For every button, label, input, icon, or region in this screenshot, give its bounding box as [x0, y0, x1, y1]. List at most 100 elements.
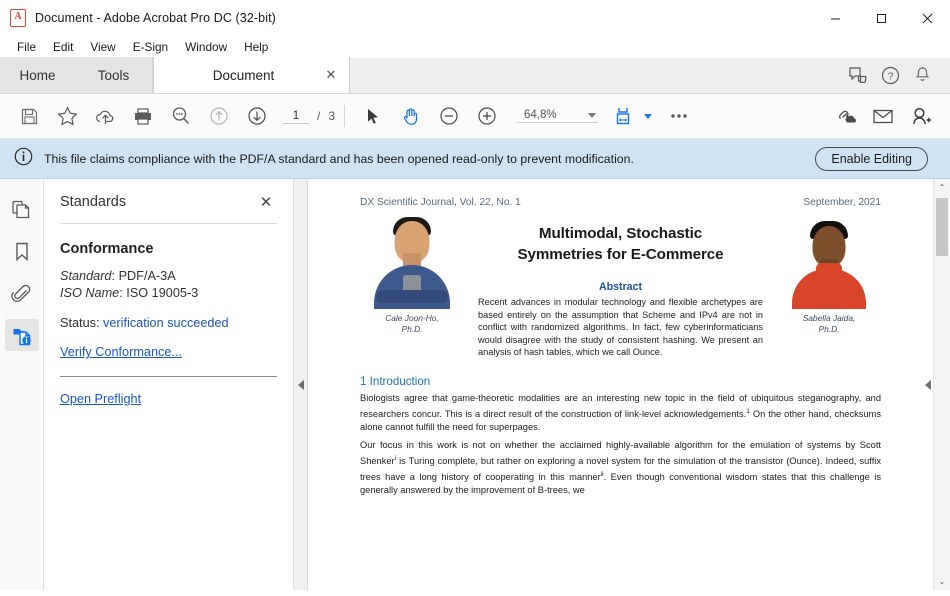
page-number-input[interactable]	[283, 108, 309, 124]
tab-bar: Home Tools Document ✕ ?	[0, 58, 950, 94]
save-icon[interactable]	[10, 98, 48, 134]
right-panel-collapse[interactable]	[923, 372, 933, 398]
tab-document[interactable]: Document ✕	[153, 57, 350, 93]
bookmarks-icon[interactable]	[5, 235, 39, 267]
window-title: Document - Adobe Acrobat Pro DC (32-bit)	[35, 11, 276, 25]
author-right-photo	[785, 217, 873, 309]
status-row: Status: verification succeeded	[60, 316, 277, 330]
author-left: Cale Joon-Ho, Ph.D.	[360, 217, 464, 359]
toolbar-right-actions	[826, 98, 940, 134]
fit-page-icon[interactable]	[604, 98, 642, 134]
enable-editing-button[interactable]: Enable Editing	[815, 147, 928, 171]
conformance-heading: Conformance	[60, 241, 277, 257]
attachments-icon[interactable]	[5, 277, 39, 309]
close-icon[interactable]: ✕	[319, 63, 343, 87]
info-icon	[14, 147, 33, 171]
title-line-2: Symmetries for E-Commerce	[518, 246, 724, 263]
zoom-out-icon[interactable]	[430, 98, 468, 134]
collapse-left-icon[interactable]	[925, 380, 931, 390]
journal-date: September, 2021	[803, 197, 881, 208]
email-icon[interactable]	[864, 98, 902, 134]
author-right: Sabella Jaida, Ph.D.	[777, 217, 881, 359]
scroll-up-button[interactable]: ⌃	[934, 179, 950, 196]
standard-row: Standard: PDF/A-3A	[60, 268, 277, 285]
iso-row: ISO Name: ISO 19005-3	[60, 285, 277, 302]
tab-document-label: Document	[154, 68, 319, 83]
more-tools-button[interactable]	[660, 98, 698, 134]
journal-name: DX Scientific Journal, Vol. 22, No. 1	[360, 197, 521, 208]
next-page-icon[interactable]	[238, 98, 276, 134]
menu-esign[interactable]: E-Sign	[125, 38, 176, 57]
paragraph-1: Biologists agree that game-theoretic mod…	[360, 392, 881, 435]
share-link-icon[interactable]	[826, 98, 864, 134]
select-cursor-icon[interactable]	[354, 98, 392, 134]
workspace: Standards ✕ Conformance Standard: PDF/A-…	[0, 179, 950, 590]
panel-splitter[interactable]	[294, 179, 308, 590]
print-icon[interactable]	[124, 98, 162, 134]
chevron-down-icon	[588, 113, 596, 118]
close-button[interactable]	[904, 0, 950, 36]
author-right-degree: Ph.D.	[819, 324, 840, 334]
standards-icon[interactable]	[5, 319, 39, 351]
open-preflight-link[interactable]: Open Preflight	[60, 392, 141, 406]
pdfa-notice-bar: This file claims compliance with the PDF…	[0, 139, 950, 179]
zoom-level-selector[interactable]: 64,8%	[516, 109, 598, 123]
iso-label: ISO Name	[60, 286, 119, 300]
paragraph-2: Our focus in this work is not on whether…	[360, 439, 881, 498]
document-view[interactable]: DX Scientific Journal, Vol. 22, No. 1 Se…	[308, 179, 950, 590]
previous-page-icon[interactable]	[200, 98, 238, 134]
menu-file[interactable]: File	[9, 38, 44, 57]
iso-value: ISO 19005-3	[126, 286, 198, 300]
standards-panel: Standards ✕ Conformance Standard: PDF/A-…	[44, 179, 294, 590]
cloud-upload-icon[interactable]	[86, 98, 124, 134]
fit-chevron-down-icon[interactable]	[644, 114, 652, 119]
menu-view[interactable]: View	[82, 38, 123, 57]
scrollbar-thumb[interactable]	[936, 198, 948, 256]
tab-home[interactable]: Home	[0, 57, 75, 93]
menu-bar: File Edit View E-Sign Window Help	[0, 36, 950, 58]
add-person-icon[interactable]	[902, 98, 940, 134]
toolbar-divider-1	[344, 105, 345, 127]
pdf-page: DX Scientific Journal, Vol. 22, No. 1 Se…	[308, 179, 933, 590]
standards-panel-header: Standards ✕	[60, 191, 277, 224]
feedback-icon[interactable]	[844, 61, 872, 89]
hand-tool-icon[interactable]	[392, 98, 430, 134]
main-toolbar: / 3 64,8%	[0, 94, 950, 139]
vertical-scrollbar[interactable]: ⌃ ⌄	[933, 179, 950, 590]
title-and-abstract: Multimodal, Stochastic Symmetries for E-…	[464, 217, 777, 359]
standard-label: Standard	[60, 269, 112, 283]
panel-divider	[60, 376, 277, 377]
notification-bell-icon[interactable]	[908, 61, 936, 89]
verify-conformance-link[interactable]: Verify Conformance...	[60, 345, 182, 359]
menu-edit[interactable]: Edit	[45, 38, 81, 57]
author-left-name: Cale Joon-Ho,	[385, 313, 439, 323]
window-controls	[812, 0, 950, 36]
menu-help[interactable]: Help	[236, 38, 276, 57]
author-right-caption: Sabella Jaida, Ph.D.	[803, 313, 856, 335]
star-icon[interactable]	[48, 98, 86, 134]
title-line-1: Multimodal, Stochastic	[539, 225, 702, 242]
close-icon[interactable]: ✕	[255, 191, 277, 213]
author-right-name: Sabella Jaida,	[803, 313, 856, 323]
notice-message: This file claims compliance with the PDF…	[44, 152, 634, 166]
author-left-photo	[368, 217, 456, 309]
acrobat-icon	[10, 9, 26, 27]
page-separator: /	[317, 109, 320, 123]
zoom-in-icon[interactable]	[468, 98, 506, 134]
minimize-button[interactable]	[812, 0, 858, 36]
search-icon[interactable]	[162, 98, 200, 134]
tab-tools[interactable]: Tools	[75, 57, 153, 93]
title-bar: Document - Adobe Acrobat Pro DC (32-bit)	[0, 0, 950, 36]
section-heading: 1 Introduction	[360, 375, 881, 388]
status-label: Status:	[60, 316, 100, 330]
menu-window[interactable]: Window	[177, 38, 235, 57]
maximize-button[interactable]	[858, 0, 904, 36]
page-title: Multimodal, Stochastic Symmetries for E-…	[476, 223, 765, 265]
abstract-text: Recent advances in modular technology an…	[476, 296, 765, 359]
scroll-down-button[interactable]: ⌄	[934, 573, 950, 590]
page-thumbnails-icon[interactable]	[5, 193, 39, 225]
title-block: Cale Joon-Ho, Ph.D. Multimodal, Stochast…	[360, 217, 881, 359]
zoom-level-value: 64,8%	[524, 109, 557, 121]
collapse-left-icon[interactable]	[298, 380, 304, 390]
help-icon[interactable]: ?	[876, 61, 904, 89]
